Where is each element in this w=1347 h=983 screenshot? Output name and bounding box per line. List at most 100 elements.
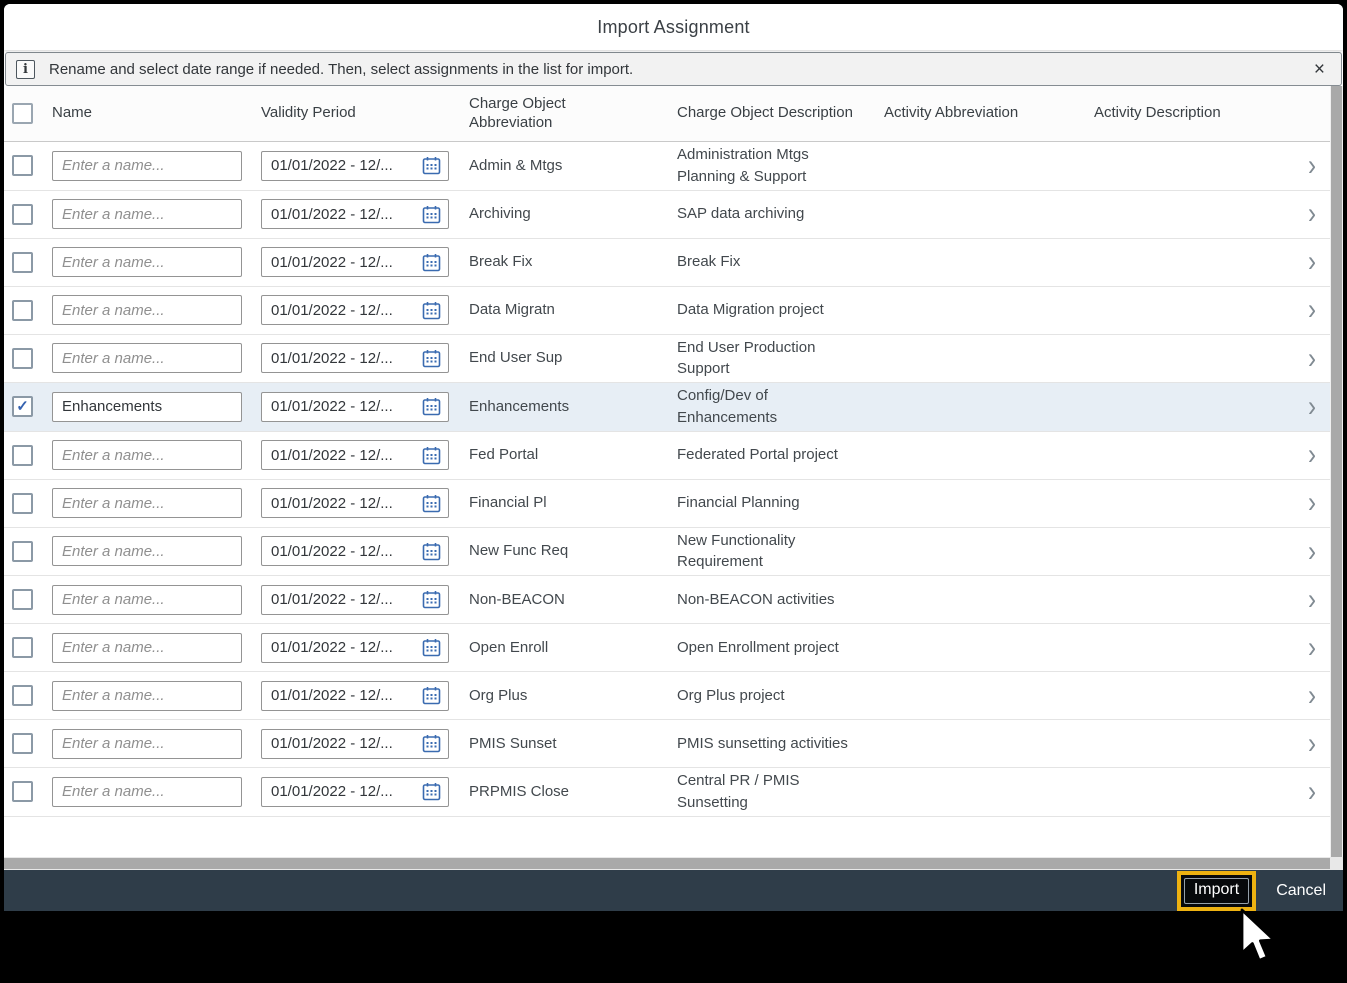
row-chevron-icon[interactable]: › — [1308, 250, 1316, 274]
row-checkbox[interactable]: ✓ — [12, 396, 33, 417]
calendar-icon[interactable] — [422, 590, 441, 609]
row-checkbox[interactable] — [12, 300, 33, 321]
charge-object-abbreviation: PRPMIS Close — [465, 779, 673, 805]
validity-period-value: 01/01/2022 - 12/... — [271, 639, 418, 656]
validity-period-input[interactable]: 01/01/2022 - 12/... — [261, 392, 449, 422]
assignment-name-input[interactable] — [52, 392, 242, 422]
validity-period-value: 01/01/2022 - 12/... — [271, 302, 418, 319]
activity-abbreviation — [880, 356, 1090, 360]
charge-object-abbreviation: New Func Req — [465, 538, 673, 564]
assignment-name-input[interactable] — [52, 633, 242, 663]
row-chevron-icon[interactable]: › — [1308, 346, 1316, 370]
validity-period-input[interactable]: 01/01/2022 - 12/... — [261, 440, 449, 470]
calendar-icon[interactable] — [422, 782, 441, 801]
cancel-button[interactable]: Cancel — [1270, 878, 1332, 904]
row-checkbox[interactable] — [12, 493, 33, 514]
validity-period-input[interactable]: 01/01/2022 - 12/... — [261, 777, 449, 807]
assignment-name-input[interactable] — [52, 777, 242, 807]
row-chevron-icon[interactable]: › — [1308, 684, 1316, 708]
row-chevron-icon[interactable]: › — [1308, 491, 1316, 515]
row-checkbox[interactable] — [12, 348, 33, 369]
table-row: 01/01/2022 - 12/... Financial Pl Financi… — [4, 480, 1330, 528]
row-chevron-icon[interactable]: › — [1308, 732, 1316, 756]
row-checkbox[interactable] — [12, 733, 33, 754]
validity-period-input[interactable]: 01/01/2022 - 12/... — [261, 488, 449, 518]
row-checkbox[interactable] — [12, 204, 33, 225]
row-checkbox[interactable] — [12, 685, 33, 706]
vertical-scrollbar-thumb[interactable] — [1331, 86, 1342, 857]
close-icon[interactable]: × — [1310, 58, 1329, 81]
charge-object-description: Financial Planning — [673, 490, 880, 516]
row-checkbox[interactable] — [12, 155, 33, 176]
row-chevron-icon[interactable]: › — [1308, 588, 1316, 612]
vertical-scrollbar[interactable] — [1330, 86, 1343, 857]
calendar-icon[interactable] — [422, 301, 441, 320]
select-all-checkbox[interactable] — [12, 103, 33, 124]
calendar-icon[interactable] — [422, 446, 441, 465]
activity-description — [1090, 501, 1294, 505]
validity-period-input[interactable]: 01/01/2022 - 12/... — [261, 536, 449, 566]
activity-abbreviation — [880, 405, 1090, 409]
import-button[interactable]: Import — [1184, 878, 1249, 904]
assignment-name-input[interactable] — [52, 343, 242, 373]
row-chevron-icon[interactable]: › — [1308, 780, 1316, 804]
calendar-icon[interactable] — [422, 253, 441, 272]
horizontal-scrollbar[interactable] — [4, 857, 1330, 870]
assignment-name-input[interactable] — [52, 729, 242, 759]
calendar-icon[interactable] — [422, 734, 441, 753]
validity-period-input[interactable]: 01/01/2022 - 12/... — [261, 151, 449, 181]
row-checkbox[interactable] — [12, 781, 33, 802]
row-checkbox[interactable] — [12, 252, 33, 273]
assignment-name-input[interactable] — [52, 440, 242, 470]
assignment-name-input[interactable] — [52, 247, 242, 277]
validity-period-value: 01/01/2022 - 12/... — [271, 543, 418, 560]
charge-object-description: Break Fix — [673, 249, 880, 275]
activity-abbreviation — [880, 453, 1090, 457]
validity-period-input[interactable]: 01/01/2022 - 12/... — [261, 343, 449, 373]
calendar-icon[interactable] — [422, 156, 441, 175]
validity-period-input[interactable]: 01/01/2022 - 12/... — [261, 633, 449, 663]
activity-abbreviation — [880, 646, 1090, 650]
activity-abbreviation — [880, 598, 1090, 602]
row-chevron-icon[interactable]: › — [1308, 202, 1316, 226]
activity-description — [1090, 549, 1294, 553]
assignment-name-input[interactable] — [52, 536, 242, 566]
calendar-icon[interactable] — [422, 542, 441, 561]
row-chevron-icon[interactable]: › — [1308, 395, 1316, 419]
calendar-icon[interactable] — [422, 494, 441, 513]
activity-description — [1090, 356, 1294, 360]
import-button-highlight: Import — [1177, 871, 1256, 911]
assignment-name-input[interactable] — [52, 488, 242, 518]
row-chevron-icon[interactable]: › — [1308, 539, 1316, 563]
assignment-name-input[interactable] — [52, 681, 242, 711]
horizontal-scrollbar-thumb[interactable] — [4, 858, 1330, 869]
row-chevron-icon[interactable]: › — [1308, 636, 1316, 660]
assignment-name-input[interactable] — [52, 585, 242, 615]
row-checkbox[interactable] — [12, 541, 33, 562]
header-charge-object-description: Charge Object Description — [673, 100, 880, 127]
validity-period-input[interactable]: 01/01/2022 - 12/... — [261, 199, 449, 229]
assignment-name-input[interactable] — [52, 295, 242, 325]
validity-period-input[interactable]: 01/01/2022 - 12/... — [261, 295, 449, 325]
assignment-name-input[interactable] — [52, 199, 242, 229]
row-chevron-icon[interactable]: › — [1308, 154, 1316, 178]
row-chevron-icon[interactable]: › — [1308, 298, 1316, 322]
validity-period-input[interactable]: 01/01/2022 - 12/... — [261, 681, 449, 711]
table-row: ✓ 01/01/2022 - 12/... Enhancem — [4, 383, 1330, 432]
row-checkbox[interactable] — [12, 637, 33, 658]
calendar-icon[interactable] — [422, 686, 441, 705]
calendar-icon[interactable] — [422, 397, 441, 416]
row-checkbox[interactable] — [12, 445, 33, 466]
validity-period-input[interactable]: 01/01/2022 - 12/... — [261, 585, 449, 615]
calendar-icon[interactable] — [422, 349, 441, 368]
validity-period-input[interactable]: 01/01/2022 - 12/... — [261, 729, 449, 759]
assignment-name-input[interactable] — [52, 151, 242, 181]
row-checkbox[interactable] — [12, 589, 33, 610]
validity-period-value: 01/01/2022 - 12/... — [271, 157, 418, 174]
row-chevron-icon[interactable]: › — [1308, 443, 1316, 467]
validity-period-input[interactable]: 01/01/2022 - 12/... — [261, 247, 449, 277]
activity-abbreviation — [880, 164, 1090, 168]
calendar-icon[interactable] — [422, 205, 441, 224]
calendar-icon[interactable] — [422, 638, 441, 657]
info-message-bar: i Rename and select date range if needed… — [5, 52, 1342, 86]
